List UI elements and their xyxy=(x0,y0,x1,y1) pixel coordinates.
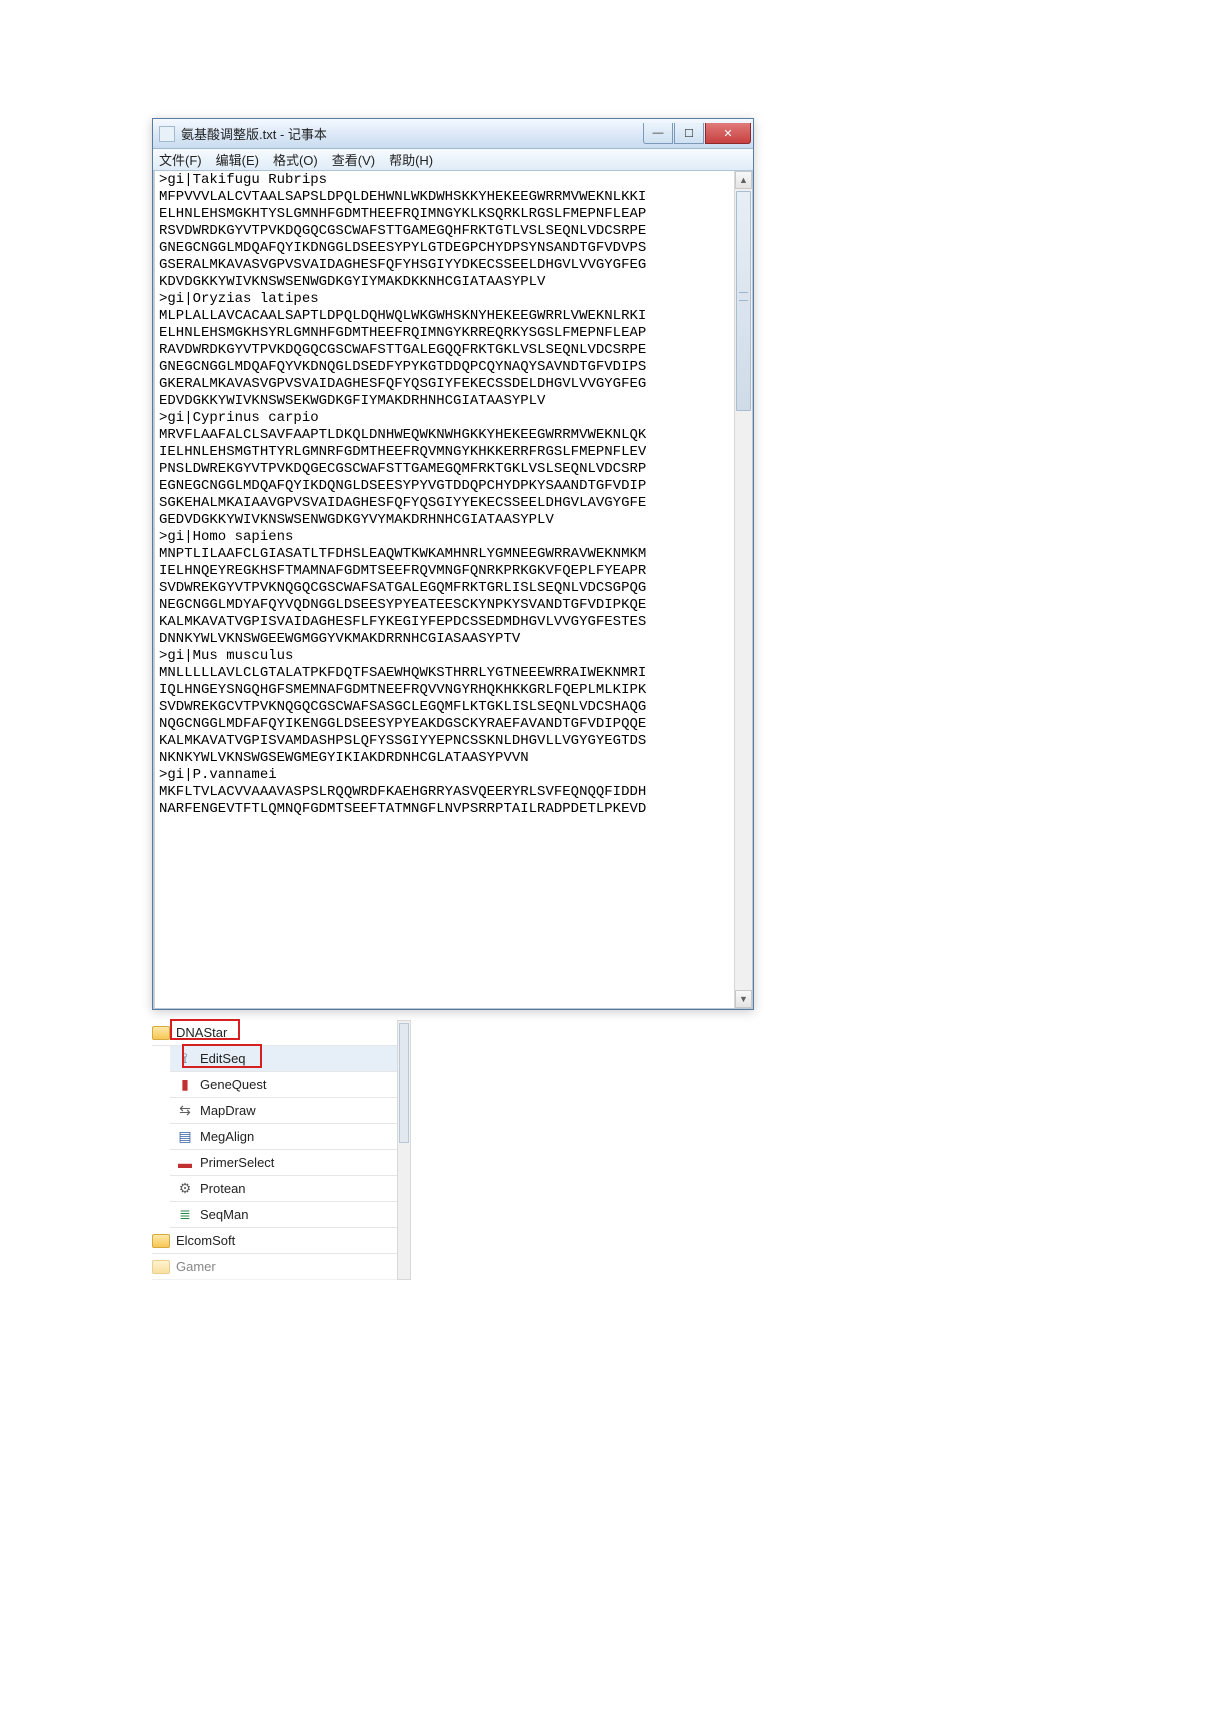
gear-icon: ⚙ xyxy=(176,1180,194,1198)
start-menu-programs: DNAStar ⟟ EditSeq ▮ GeneQuest ⇆ MapDraw … xyxy=(152,1020,397,1280)
program-primerselect[interactable]: ▬ PrimerSelect xyxy=(170,1150,397,1176)
notepad-window: 氨基酸调整版.txt - 记事本 — ☐ ✕ 文件(F) 编辑(E) 格式(O)… xyxy=(152,118,754,1010)
seq-icon: ≣ xyxy=(176,1206,194,1224)
folder-icon xyxy=(152,1026,170,1040)
maximize-button[interactable]: ☐ xyxy=(674,123,704,144)
program-label: SeqMan xyxy=(200,1207,248,1222)
menu-help[interactable]: 帮助(H) xyxy=(389,150,433,169)
program-editseq[interactable]: ⟟ EditSeq xyxy=(170,1046,397,1072)
program-mapdraw[interactable]: ⇆ MapDraw xyxy=(170,1098,397,1124)
folder-elcomsoft[interactable]: ElcomSoft xyxy=(152,1228,397,1254)
folder-icon xyxy=(152,1234,170,1248)
scroll-thumb[interactable] xyxy=(399,1023,409,1143)
folder-icon xyxy=(152,1260,170,1274)
close-button[interactable]: ✕ xyxy=(705,123,751,144)
titlebar[interactable]: 氨基酸调整版.txt - 记事本 — ☐ ✕ xyxy=(153,119,753,149)
program-label: GeneQuest xyxy=(200,1077,267,1092)
scroll-thumb[interactable] xyxy=(736,191,751,411)
program-megalign[interactable]: ▤ MegAlign xyxy=(170,1124,397,1150)
program-label: Protean xyxy=(200,1181,246,1196)
text-area-wrapper: >gi|Takifugu Rubrips MFPVVVLALCVTAALSAPS… xyxy=(153,171,753,1009)
menu-format[interactable]: 格式(O) xyxy=(273,150,318,169)
folder-label: ElcomSoft xyxy=(176,1233,235,1248)
scroll-track[interactable] xyxy=(735,189,752,990)
globe-icon: ⟟ xyxy=(176,1050,194,1068)
text-area[interactable]: >gi|Takifugu Rubrips MFPVVVLALCVTAALSAPS… xyxy=(154,171,734,1008)
red-dash-icon: ▬ xyxy=(176,1154,194,1172)
program-genequest[interactable]: ▮ GeneQuest xyxy=(170,1072,397,1098)
folder-dnastar[interactable]: DNAStar xyxy=(152,1020,397,1046)
window-title: 氨基酸调整版.txt - 记事本 xyxy=(181,124,642,143)
program-label: EditSeq xyxy=(200,1051,246,1066)
menubar: 文件(F) 编辑(E) 格式(O) 查看(V) 帮助(H) xyxy=(153,149,753,171)
program-label: MegAlign xyxy=(200,1129,254,1144)
blue-bars-icon: ▤ xyxy=(176,1128,194,1146)
program-label: PrimerSelect xyxy=(200,1155,274,1170)
folder-gamer[interactable]: Gamer xyxy=(152,1254,397,1280)
menu-edit[interactable]: 编辑(E) xyxy=(216,150,259,169)
program-seqman[interactable]: ≣ SeqMan xyxy=(170,1202,397,1228)
red-square-icon: ▮ xyxy=(176,1076,194,1094)
arrows-icon: ⇆ xyxy=(176,1102,194,1120)
menu-file[interactable]: 文件(F) xyxy=(159,150,202,169)
program-protean[interactable]: ⚙ Protean xyxy=(170,1176,397,1202)
scroll-up-button[interactable]: ▲ xyxy=(735,171,752,189)
vertical-scrollbar[interactable]: ▲ ▼ xyxy=(734,171,752,1008)
minimize-button[interactable]: — xyxy=(643,123,673,144)
program-label: MapDraw xyxy=(200,1103,256,1118)
folder-label: Gamer xyxy=(176,1259,216,1274)
scroll-down-button[interactable]: ▼ xyxy=(735,990,752,1008)
app-icon xyxy=(159,126,175,142)
menu-view[interactable]: 查看(V) xyxy=(332,150,375,169)
program-list-scrollbar[interactable] xyxy=(397,1020,411,1280)
window-controls: — ☐ ✕ xyxy=(642,123,751,144)
folder-label: DNAStar xyxy=(176,1025,227,1040)
